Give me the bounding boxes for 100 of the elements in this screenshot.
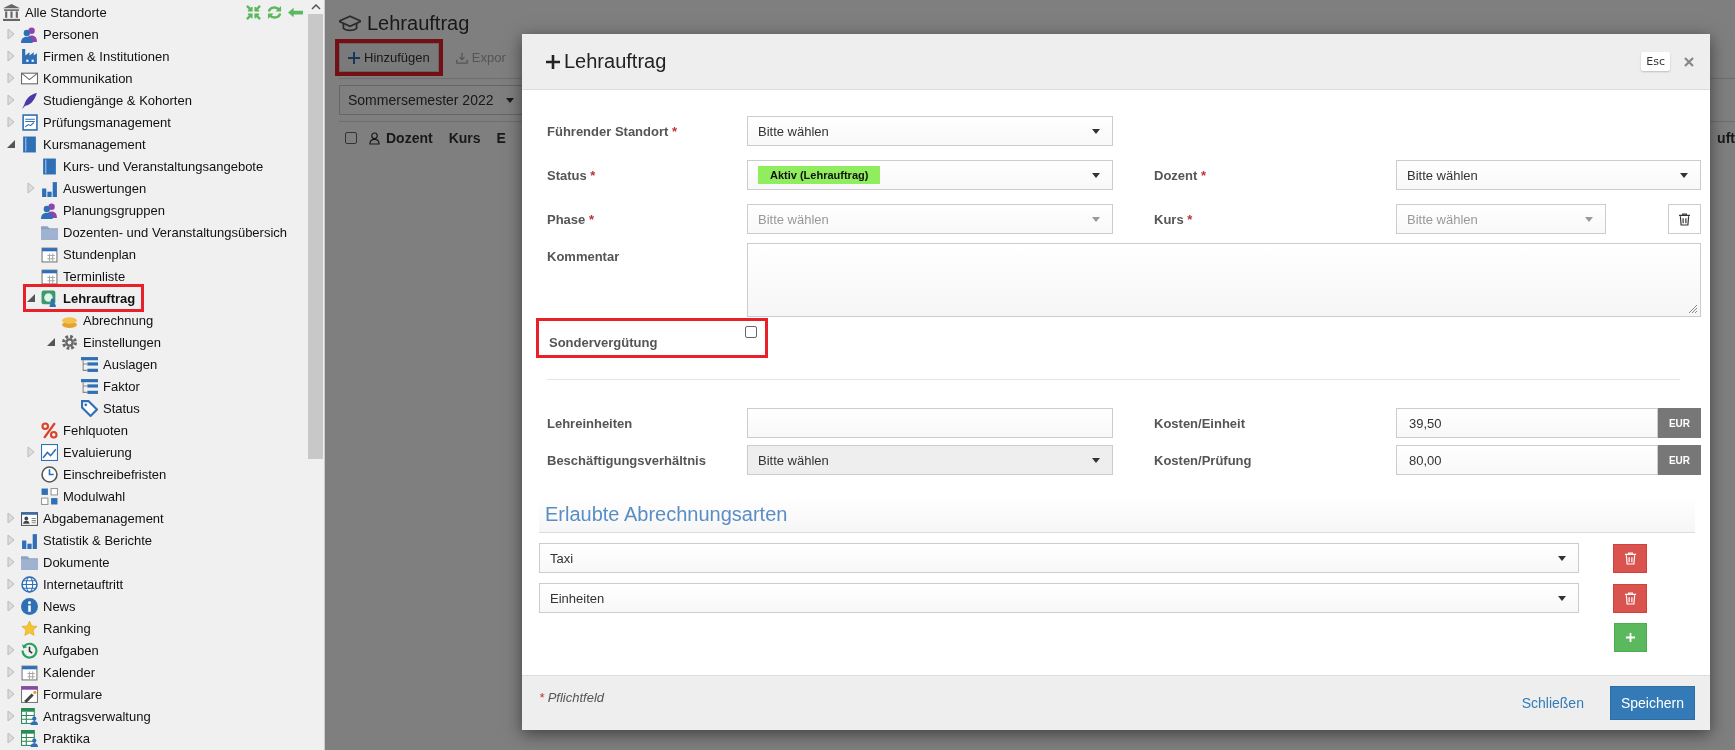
close-link[interactable]: Schließen	[1515, 694, 1590, 712]
tree-item[interactable]: Studiengänge & Kohorten	[6, 89, 198, 111]
column-header[interactable]: uft	[1717, 130, 1735, 146]
collapsed-arrow-icon[interactable]	[6, 94, 16, 106]
column-header[interactable]: Dozent	[386, 130, 433, 146]
tree-item[interactable]: Ranking	[6, 617, 97, 639]
select-all-checkbox[interactable]	[345, 132, 357, 144]
clock-icon	[41, 465, 58, 483]
history-icon	[21, 641, 38, 659]
caret-icon	[1558, 595, 1566, 601]
tree-item[interactable]: Formulare	[6, 683, 109, 705]
tree-item[interactable]: Stundenplan	[26, 243, 142, 265]
select-field[interactable]: Einheiten	[539, 583, 1579, 613]
tree-item[interactable]: Einschreibefristen	[26, 463, 173, 485]
column-header[interactable]: Kurs	[448, 130, 481, 146]
collapsed-arrow-icon[interactable]	[6, 72, 16, 84]
tree-item[interactable]: Einstellungen	[46, 331, 168, 353]
trend-chart-icon	[41, 443, 58, 461]
tree-item[interactable]: Planungsgruppen	[26, 199, 171, 221]
refresh-icon[interactable]	[267, 4, 282, 20]
caret-icon	[1680, 172, 1688, 178]
tree-item[interactable]: News	[6, 595, 82, 617]
collapse-icon[interactable]	[246, 4, 261, 20]
tree-item[interactable]: Personen	[6, 23, 105, 45]
tree-item[interactable]: Praktika	[6, 727, 96, 749]
delete-button[interactable]	[1613, 543, 1647, 573]
tree-item[interactable]: Kurs- und Veranstaltungsangebote	[26, 155, 270, 177]
collapsed-arrow-icon[interactable]	[6, 710, 16, 722]
select-field[interactable]: Taxi	[539, 543, 1579, 573]
graduation-cap-icon	[339, 14, 361, 33]
tree-item[interactable]: Aufgaben	[6, 639, 105, 661]
tree-item[interactable]: Abrechnung	[46, 309, 160, 331]
scrollbar-thumb[interactable]	[308, 14, 323, 459]
tree-item[interactable]: Kursmanagement	[6, 133, 152, 155]
input-field[interactable]: 80,00	[1396, 445, 1658, 475]
tree-item[interactable]: Faktor	[66, 375, 146, 397]
tree-item[interactable]: Prüfungsmanagement	[6, 111, 177, 133]
tree-item[interactable]: Lehrauftrag	[26, 287, 142, 309]
tree-item[interactable]: Fehlquoten	[26, 419, 135, 441]
column-header[interactable]: E	[496, 130, 506, 146]
tree-item[interactable]: Statistik & Berichte	[6, 529, 159, 551]
collapsed-arrow-icon[interactable]	[26, 446, 36, 458]
gear-icon	[61, 333, 78, 351]
tree-item[interactable]: Modulwahl	[26, 485, 132, 507]
table-icon	[21, 729, 38, 747]
collapsed-arrow-icon[interactable]	[6, 578, 16, 590]
select-field[interactable]: Bitte wählen	[1396, 160, 1701, 190]
book-icon	[41, 157, 58, 175]
tree-item[interactable]: Auswertungen	[26, 177, 153, 199]
expanded-arrow-icon[interactable]	[26, 292, 36, 304]
save-button[interactable]: Speichern	[1609, 686, 1695, 720]
tree-item[interactable]: Terminliste	[26, 265, 132, 287]
collapsed-arrow-icon[interactable]	[6, 600, 16, 612]
delete-button[interactable]	[1613, 583, 1647, 613]
comment-field[interactable]	[747, 243, 1701, 317]
collapsed-arrow-icon[interactable]	[6, 732, 16, 744]
resize-grip-icon[interactable]	[1688, 304, 1698, 314]
tree-item[interactable]: Alle Standorte	[3, 1, 113, 23]
tree-item[interactable]: Kalender	[6, 661, 102, 683]
collapsed-arrow-icon[interactable]	[6, 644, 16, 656]
close-icon[interactable]	[1684, 56, 1694, 67]
collapsed-arrow-icon[interactable]	[6, 28, 16, 40]
collapsed-arrow-icon[interactable]	[6, 556, 16, 568]
collapsed-arrow-icon[interactable]	[6, 512, 16, 524]
input-field[interactable]	[747, 408, 1113, 438]
add-button[interactable]	[1614, 623, 1647, 652]
collapsed-arrow-icon[interactable]	[6, 534, 16, 546]
tree-item[interactable]: Kommunikation	[6, 67, 139, 89]
bar-chart-icon	[21, 531, 38, 549]
tree-item[interactable]: Antragsverwaltung	[6, 705, 157, 727]
collapsed-arrow-icon[interactable]	[6, 688, 16, 700]
select-field[interactable]: Bitte wählen	[747, 116, 1113, 146]
tree-item[interactable]: Firmen & Institutionen	[6, 45, 176, 67]
scroll-up-icon[interactable]	[310, 4, 321, 10]
tree-item[interactable]: Auslagen	[66, 353, 164, 375]
input-field[interactable]: 39,50	[1396, 408, 1658, 438]
esc-key-hint: Esc	[1641, 52, 1670, 71]
tree-item[interactable]: Internetauftritt	[6, 573, 130, 595]
tree-item[interactable]: Evaluierung	[26, 441, 138, 463]
delete-button[interactable]	[1668, 204, 1701, 234]
caret-icon	[1092, 128, 1100, 134]
collapsed-arrow-icon[interactable]	[6, 666, 16, 678]
tree-item[interactable]: Abgabemanagement	[6, 507, 170, 529]
tree-item[interactable]: Dozenten- und Veranstaltungsübersich	[26, 221, 294, 243]
collapsed-arrow-icon[interactable]	[6, 50, 16, 62]
status-select[interactable]: Aktiv (Lehrauftrag)	[747, 160, 1113, 190]
grid-icon	[41, 487, 58, 505]
semester-select[interactable]: Sommersemester 2022	[339, 85, 523, 115]
collapsed-arrow-icon[interactable]	[26, 182, 36, 194]
checkbox[interactable]	[745, 326, 757, 338]
expanded-arrow-icon[interactable]	[46, 336, 56, 348]
tree-item[interactable]: Status	[66, 397, 146, 419]
bar-chart-icon	[41, 179, 58, 197]
collapsed-arrow-icon[interactable]	[6, 116, 16, 128]
tag-icon	[81, 399, 98, 417]
field-label: Dozent *	[1154, 167, 1207, 183]
tree-item[interactable]: Dokumente	[6, 551, 116, 573]
expanded-arrow-icon[interactable]	[6, 138, 16, 150]
select-field[interactable]: Bitte wählen	[747, 445, 1113, 475]
field-label: Kosten/Prüfung	[1154, 452, 1253, 468]
